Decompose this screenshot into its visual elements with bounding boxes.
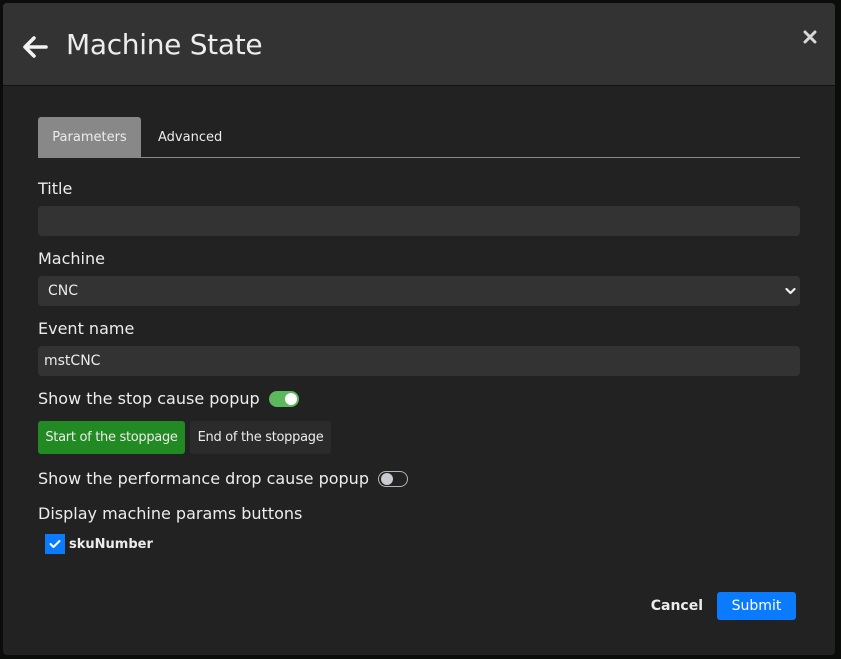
stoppage-button-group: Start of the stoppage End of the stoppag… — [38, 421, 331, 454]
performance-drop-popup-toggle[interactable] — [377, 471, 408, 487]
modal-title: Machine State — [66, 28, 263, 61]
title-input[interactable] — [38, 206, 800, 236]
close-icon[interactable] — [803, 30, 817, 44]
event-name-label: Event name — [38, 319, 135, 338]
title-label: Title — [38, 179, 73, 198]
machine-label: Machine — [38, 249, 105, 268]
sku-number-label: skuNumber — [69, 536, 153, 552]
machine-state-modal: Machine State Parameters Advanced Title … — [3, 3, 835, 655]
stop-cause-popup-label: Show the stop cause popup — [38, 389, 260, 408]
toggle-knob — [380, 473, 393, 485]
end-of-stoppage-button[interactable]: End of the stoppage — [190, 421, 331, 454]
stop-cause-popup-row: Show the stop cause popup — [38, 389, 299, 409]
cancel-button[interactable]: Cancel — [651, 598, 703, 614]
modal-footer: Cancel Submit — [651, 592, 796, 620]
sku-number-checkbox-row[interactable]: skuNumber — [45, 534, 153, 554]
toggle-knob — [284, 393, 297, 405]
arrow-left-icon[interactable] — [20, 32, 50, 62]
tab-parameters[interactable]: Parameters — [38, 117, 141, 157]
performance-drop-popup-row: Show the performance drop cause popup — [38, 469, 408, 489]
start-of-stoppage-button[interactable]: Start of the stoppage — [38, 421, 185, 454]
event-name-input[interactable] — [38, 346, 800, 376]
sku-number-checkbox[interactable] — [45, 534, 65, 554]
submit-button[interactable]: Submit — [717, 592, 796, 620]
machine-params-label: Display machine params buttons — [38, 504, 303, 523]
modal-header: Machine State — [3, 3, 835, 86]
tab-advanced[interactable]: Advanced — [141, 117, 238, 157]
modal-body: Parameters Advanced Title Machine CNC Ev… — [38, 116, 800, 554]
chevron-down-icon — [785, 287, 796, 295]
performance-drop-popup-label: Show the performance drop cause popup — [38, 469, 369, 488]
machine-select[interactable]: CNC — [38, 276, 800, 306]
stop-cause-popup-toggle[interactable] — [268, 391, 299, 407]
tab-bar: Parameters Advanced — [38, 116, 800, 158]
machine-select-value: CNC — [48, 283, 79, 299]
checkmark-icon — [49, 540, 61, 548]
